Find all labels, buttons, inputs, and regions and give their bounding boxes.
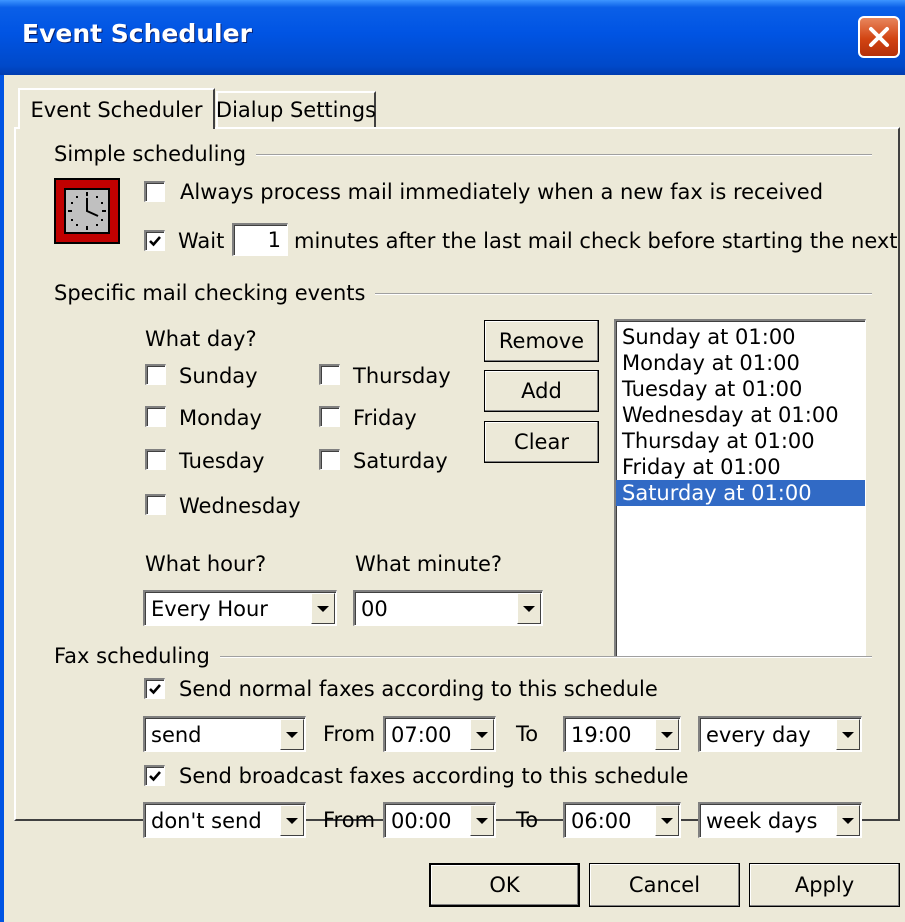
normal-fax-checkbox[interactable] xyxy=(144,678,165,699)
add-button-label: Add xyxy=(521,379,562,403)
normal-from-value: 07:00 xyxy=(391,722,452,747)
chevron-down-icon[interactable] xyxy=(836,805,860,836)
saturday-label: Saturday xyxy=(353,449,448,473)
monday-label: Monday xyxy=(179,406,262,430)
group-label-simple: Simple scheduling xyxy=(54,142,257,166)
hour-dropdown[interactable]: Every Hour xyxy=(143,590,337,626)
wait-suffix-label: minutes after the last mail check before… xyxy=(294,229,905,253)
normal-action-dropdown[interactable]: send xyxy=(143,716,306,752)
remove-button[interactable]: Remove xyxy=(484,320,599,362)
minute-dropdown[interactable]: 00 xyxy=(353,590,543,626)
checkmark-icon xyxy=(149,684,161,695)
thursday-checkbox[interactable] xyxy=(319,364,340,385)
broadcast-fax-checkbox[interactable] xyxy=(144,765,165,786)
close-button[interactable] xyxy=(858,16,900,58)
chevron-down-icon[interactable] xyxy=(836,719,860,750)
friday-label: Friday xyxy=(353,406,417,430)
broadcast-to-value: 06:00 xyxy=(571,808,632,833)
tuesday-checkbox[interactable] xyxy=(145,449,166,470)
chevron-down-icon[interactable] xyxy=(311,593,335,624)
broadcast-from-value: 00:00 xyxy=(391,808,452,833)
thursday-label: Thursday xyxy=(353,364,451,388)
title-bar[interactable]: Event Scheduler xyxy=(0,0,905,75)
ok-button-label: OK xyxy=(489,873,520,897)
broadcast-days-value: week days xyxy=(706,808,818,833)
wait-label: Wait xyxy=(178,229,225,253)
apply-button-label: Apply xyxy=(794,873,855,897)
chevron-down-icon[interactable] xyxy=(655,719,679,750)
broadcast-to-dropdown[interactable]: 06:00 xyxy=(563,802,681,838)
monday-checkbox[interactable] xyxy=(145,406,166,427)
tab-event-scheduler[interactable]: Event Scheduler xyxy=(18,88,215,129)
normal-from-dropdown[interactable]: 07:00 xyxy=(383,716,496,752)
broadcast-to-label: To xyxy=(516,808,539,832)
broadcast-from-label: From xyxy=(323,808,376,832)
checkmark-icon xyxy=(149,236,161,247)
wait-checkbox[interactable] xyxy=(144,230,165,251)
list-item[interactable]: Friday at 01:00 xyxy=(616,454,865,480)
wednesday-checkbox[interactable] xyxy=(145,494,166,515)
broadcast-action-dropdown[interactable]: don't send xyxy=(143,802,306,838)
hour-value: Every Hour xyxy=(151,596,268,621)
normal-action-value: send xyxy=(151,722,202,747)
clear-button[interactable]: Clear xyxy=(484,421,599,463)
chevron-down-icon[interactable] xyxy=(470,805,494,836)
wait-minutes-input[interactable]: 1 xyxy=(232,223,288,256)
cancel-button-label: Cancel xyxy=(628,873,701,897)
broadcast-action-value: don't send xyxy=(151,808,262,833)
what-hour-label: What hour? xyxy=(145,552,267,576)
broadcast-fax-label: Send broadcast faxes according to this s… xyxy=(179,764,689,788)
broadcast-from-dropdown[interactable]: 00:00 xyxy=(383,802,496,838)
events-listbox[interactable]: Sunday at 01:00 Monday at 01:00 Tuesday … xyxy=(614,319,866,657)
chevron-down-icon[interactable] xyxy=(280,805,304,836)
sunday-checkbox[interactable] xyxy=(145,364,166,385)
chevron-down-icon[interactable] xyxy=(280,719,304,750)
ok-button[interactable]: OK xyxy=(429,863,580,907)
chevron-down-icon[interactable] xyxy=(470,719,494,750)
list-item-selected[interactable]: Saturday at 01:00 xyxy=(616,480,865,506)
minute-value: 00 xyxy=(361,596,388,621)
window-title: Event Scheduler xyxy=(22,19,252,48)
chevron-down-icon[interactable] xyxy=(517,593,541,624)
remove-button-label: Remove xyxy=(498,329,585,353)
wednesday-label: Wednesday xyxy=(179,494,301,518)
add-button[interactable]: Add xyxy=(484,370,599,412)
group-label-specific: Specific mail checking events xyxy=(54,281,376,305)
friday-checkbox[interactable] xyxy=(319,406,340,427)
normal-days-value: every day xyxy=(706,722,811,747)
tab-label: Event Scheduler xyxy=(30,97,203,122)
saturday-checkbox[interactable] xyxy=(319,449,340,470)
normal-to-dropdown[interactable]: 19:00 xyxy=(563,716,681,752)
tab-label: Dialup Settings xyxy=(215,98,377,122)
always-process-checkbox[interactable] xyxy=(144,181,165,202)
what-day-label: What day? xyxy=(145,327,257,351)
cancel-button[interactable]: Cancel xyxy=(589,863,740,907)
list-item[interactable]: Thursday at 01:00 xyxy=(616,428,865,454)
normal-from-label: From xyxy=(323,722,376,746)
clear-button-label: Clear xyxy=(514,430,569,454)
broadcast-days-dropdown[interactable]: week days xyxy=(698,802,862,838)
tab-dialup-settings[interactable]: Dialup Settings xyxy=(216,91,376,127)
list-item[interactable]: Wednesday at 01:00 xyxy=(616,402,865,428)
checkmark-icon xyxy=(149,771,161,782)
what-minute-label: What minute? xyxy=(355,552,503,576)
normal-fax-label: Send normal faxes according to this sche… xyxy=(179,677,658,701)
close-icon xyxy=(869,27,889,47)
list-item[interactable]: Tuesday at 01:00 xyxy=(616,376,865,402)
normal-days-dropdown[interactable]: every day xyxy=(698,716,862,752)
normal-to-value: 19:00 xyxy=(571,722,632,747)
list-item[interactable]: Monday at 01:00 xyxy=(616,350,865,376)
tuesday-label: Tuesday xyxy=(179,449,265,473)
normal-to-label: To xyxy=(516,722,539,746)
apply-button[interactable]: Apply xyxy=(749,863,900,907)
clock-icon xyxy=(54,178,120,244)
group-label-fax: Fax scheduling xyxy=(54,644,220,668)
chevron-down-icon[interactable] xyxy=(655,805,679,836)
list-item[interactable]: Sunday at 01:00 xyxy=(616,324,865,350)
always-process-label: Always process mail immediately when a n… xyxy=(180,180,824,204)
sunday-label: Sunday xyxy=(179,364,258,388)
wait-minutes-value: 1 xyxy=(267,228,281,252)
